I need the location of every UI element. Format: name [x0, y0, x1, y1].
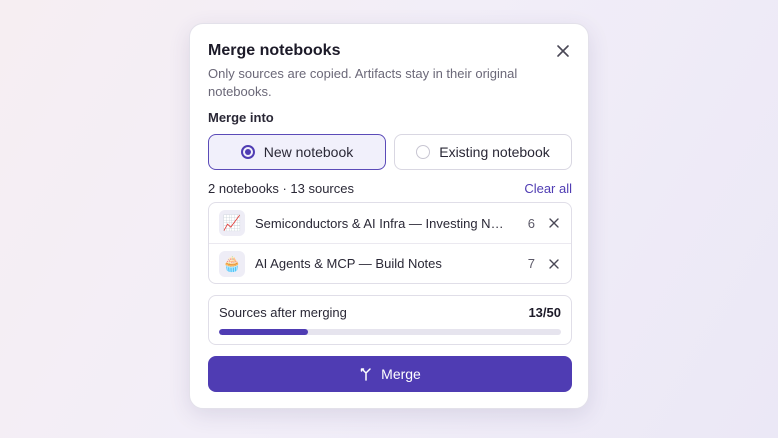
selection-summary-row: 2 notebooks · 13 sources Clear all [208, 181, 572, 196]
merge-into-label: Merge into [208, 110, 274, 125]
sources-label: Sources after merging [219, 305, 347, 320]
merge-button[interactable]: Merge [208, 356, 572, 392]
sources-progress-bar [219, 329, 561, 335]
radio-selected-icon [240, 145, 255, 159]
merge-icon [360, 368, 371, 381]
remove-notebook-icon[interactable] [549, 218, 559, 228]
remove-notebook-icon[interactable] [549, 258, 559, 269]
selected-notebooks-list: 📈 Semiconductors & AI Infra — Investing … [208, 202, 572, 284]
notebook-source-count: 6 [527, 215, 535, 231]
sources-after-merging: Sources after merging 13/50 [208, 295, 572, 345]
existing-notebook-option[interactable]: Existing notebook [394, 134, 572, 170]
sources-value: 13/50 [528, 305, 561, 320]
new-notebook-label: New notebook [263, 144, 354, 160]
merge-button-label: Merge [381, 366, 421, 382]
list-item: 🧁 AI Agents & MCP — Build Notes 7 [209, 243, 571, 283]
dialog-title: Merge notebooks [208, 42, 341, 59]
list-item: 📈 Semiconductors & AI Infra — Investing … [209, 203, 571, 243]
existing-notebook-label: Existing notebook [439, 144, 550, 160]
notebook-source-count: 7 [527, 256, 535, 271]
notebook-name: Semiconductors & AI Infra — Investing No… [255, 215, 516, 231]
radio-unselected-icon [416, 145, 431, 159]
merge-notebooks-dialog: Merge notebooks Only sources are copied.… [189, 23, 589, 409]
notebook-name: AI Agents & MCP — Build Notes [255, 256, 442, 271]
new-notebook-option[interactable]: New notebook [208, 134, 386, 170]
clear-all-link[interactable]: Clear all [524, 181, 572, 196]
sources-progress-fill [219, 329, 308, 335]
cupcake-icon: 🧁 [219, 250, 245, 277]
dialog-subtitle: Only sources are copied. Artifacts stay … [208, 66, 518, 99]
chart-increasing-icon: 📈 [219, 210, 245, 236]
close-icon[interactable] [556, 44, 570, 58]
selection-summary: 2 notebooks · 13 sources [208, 181, 354, 196]
